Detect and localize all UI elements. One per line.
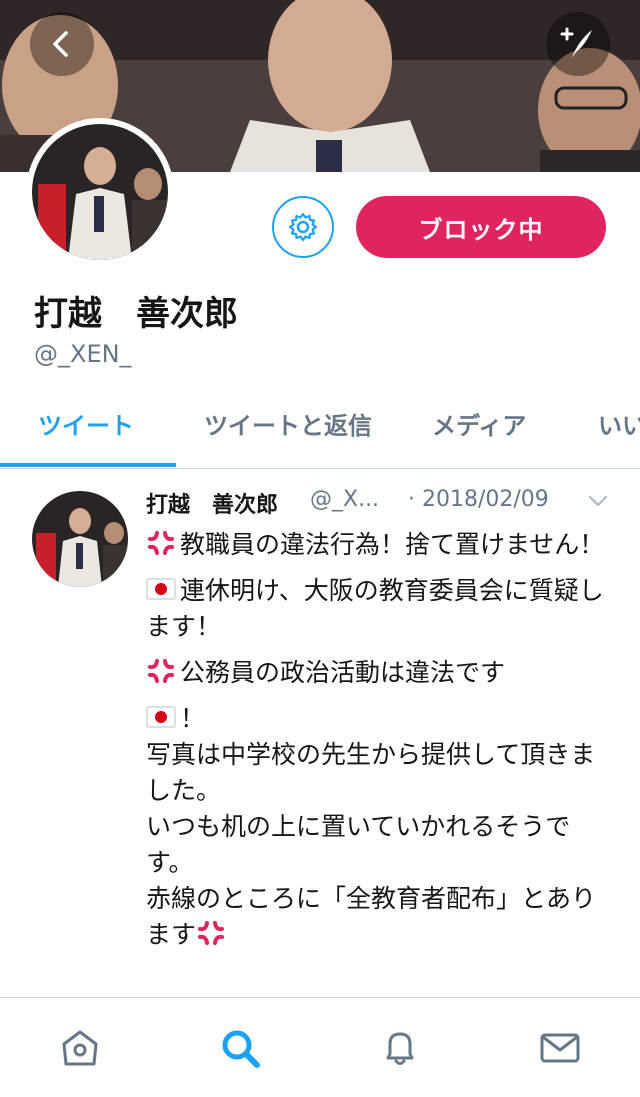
- anger-symbol-icon: [148, 659, 174, 683]
- profile-tabs: ツイート ツイートと返信 メディア いい: [0, 390, 640, 469]
- chevron-down-icon[interactable]: [586, 489, 610, 513]
- tweet-paragraph: 赤線のところに「全教育者配布」とあります: [146, 881, 616, 953]
- profile-handle: @_XEN_: [34, 340, 132, 368]
- compose-tweet-icon: [560, 27, 592, 58]
- profile-avatar[interactable]: [26, 118, 174, 266]
- tab-tweets-and-replies[interactable]: ツイートと返信: [204, 406, 372, 441]
- tab-tweets[interactable]: ツイート: [38, 406, 134, 441]
- tweet[interactable]: 打越 善次郎 @_X... · 2018/02/09 教職員の違法行為！捨て置け…: [0, 469, 640, 997]
- tweet-header: 打越 善次郎 @_X... · 2018/02/09: [146, 487, 616, 521]
- tweet-line: いつも机の上に置いていかれるそうです。: [146, 812, 571, 877]
- bottom-navigation: [0, 997, 640, 1097]
- anger-symbol-icon: [198, 921, 225, 945]
- tab-media[interactable]: メディア: [432, 406, 526, 441]
- tweet-line: 連休明け、大阪の教育委員会に質疑します！: [146, 576, 604, 641]
- gear-icon: [288, 212, 318, 242]
- active-tab-indicator: [0, 463, 176, 467]
- japan-flag-icon: [146, 706, 176, 728]
- tweet-text: 教職員の違法行為！捨て置けません！ 連休明け、大阪の教育委員会に質疑します！ 公…: [146, 527, 616, 953]
- back-button[interactable]: [30, 12, 94, 76]
- compose-tweet-button[interactable]: [546, 12, 610, 76]
- chevron-left-icon: [53, 31, 68, 57]
- tweet-paragraph: ！: [146, 701, 616, 737]
- tweet-paragraph: 連休明け、大阪の教育委員会に質疑します！: [146, 573, 616, 645]
- japan-flag-icon: [146, 578, 176, 600]
- block-button[interactable]: ブロック中: [356, 196, 606, 258]
- tab-likes[interactable]: いい: [598, 406, 640, 441]
- tweet-line: ！: [180, 704, 206, 733]
- tweet-author-handle[interactable]: @_X...: [310, 487, 379, 512]
- tweet-line: 写真は中学校の先生から提供して頂きました。: [146, 740, 596, 805]
- tweet-line: 公務員の政治活動は違法です: [180, 658, 506, 687]
- notifications-icon[interactable]: [378, 1026, 422, 1070]
- settings-button[interactable]: [272, 196, 334, 258]
- messages-icon[interactable]: [538, 1026, 582, 1070]
- tweet-avatar[interactable]: [32, 491, 128, 587]
- anger-symbol-icon: [148, 531, 174, 555]
- tweet-paragraph: 教職員の違法行為！捨て置けません！: [146, 527, 616, 563]
- tweet-date[interactable]: · 2018/02/09: [408, 487, 549, 512]
- avatar-image: [32, 491, 128, 587]
- profile-display-name: 打越 善次郎: [34, 294, 238, 334]
- tweet-paragraph: 公務員の政治活動は違法です: [146, 655, 616, 691]
- tweet-author-name[interactable]: 打越 善次郎: [146, 487, 278, 519]
- tweet-line: 教職員の違法行為！捨て置けません！: [180, 530, 605, 559]
- home-icon[interactable]: [58, 1026, 102, 1070]
- search-icon[interactable]: [218, 1026, 262, 1070]
- avatar-image: [32, 124, 168, 260]
